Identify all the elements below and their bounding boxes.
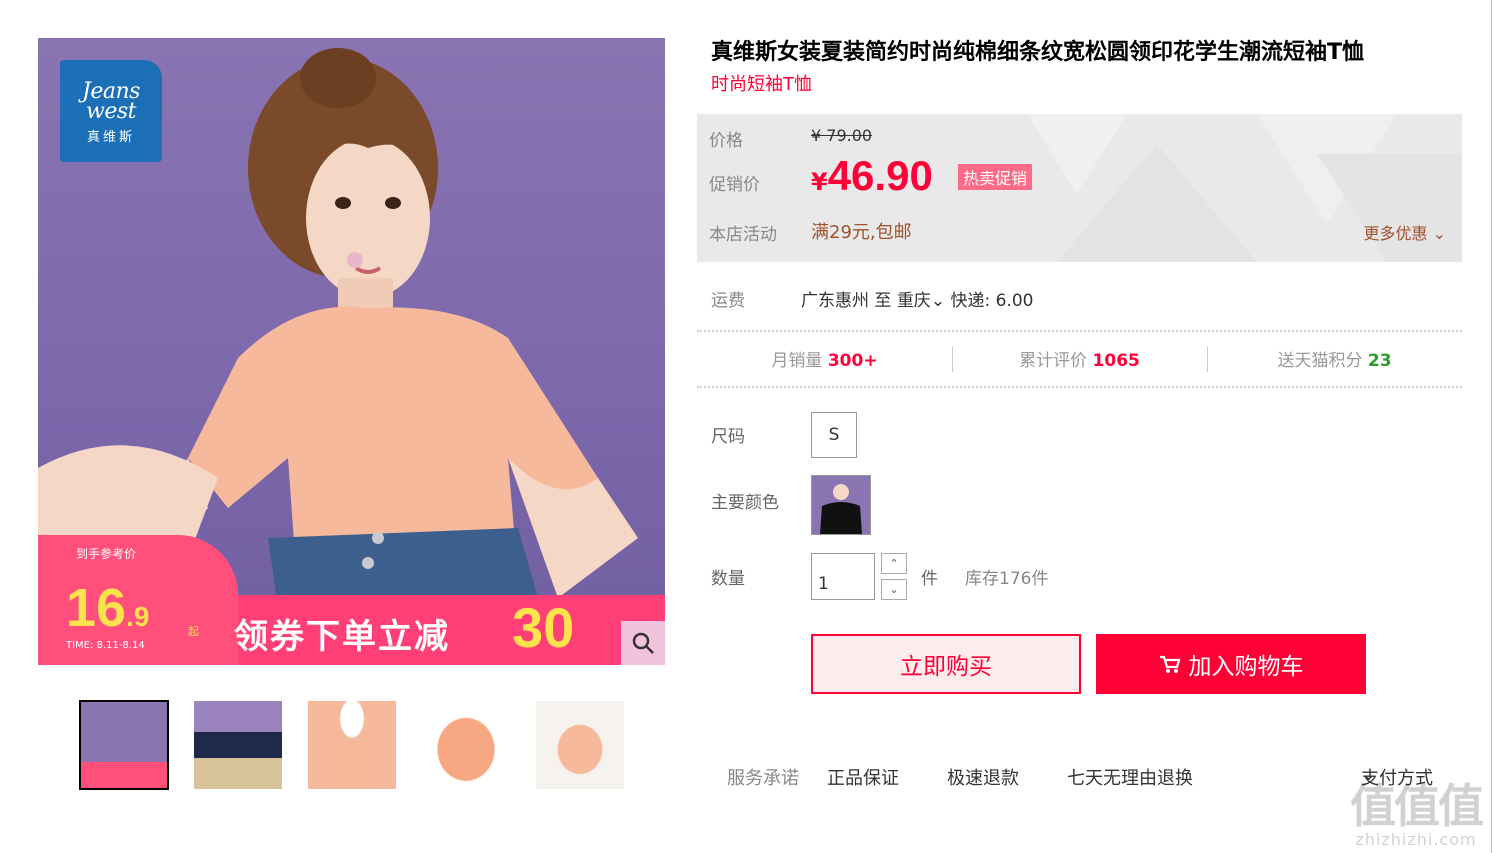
chevron-down-icon: ⌄ bbox=[889, 583, 899, 596]
magnifier-icon bbox=[632, 632, 654, 654]
add-to-cart-button[interactable]: 加入购物车 bbox=[1096, 634, 1366, 694]
store-activity: 满29元,包邮 bbox=[811, 222, 912, 243]
quantity-label: 数量 bbox=[711, 569, 745, 589]
monthly-sales-label: 月销量 bbox=[771, 351, 823, 371]
thumbnail-strip bbox=[79, 700, 625, 790]
promo-ref-label: 到手参考价 bbox=[76, 547, 137, 561]
service-label: 服务承诺 bbox=[727, 768, 799, 789]
monthly-sales-value: 300+ bbox=[827, 351, 878, 371]
zoom-button[interactable] bbox=[621, 621, 665, 665]
sales-stats: 月销量 300+ 累计评价 1065 送天猫积分 23 bbox=[697, 346, 1462, 376]
hot-sale-badge: 热卖促销 bbox=[958, 164, 1033, 190]
size-label: 尺码 bbox=[711, 427, 745, 447]
product-gallery: Jeans west 真维斯 到手参考价 16.9 起 TIME: 8.11-8… bbox=[38, 38, 665, 665]
thumb-model-peach[interactable] bbox=[79, 700, 169, 790]
sale-price-value: 46.90 bbox=[827, 152, 933, 199]
add-to-cart-label: 加入购物车 bbox=[1188, 654, 1304, 680]
promo-price-dec: .9 bbox=[126, 601, 150, 632]
jeanswest-logo: Jeans west 真维斯 bbox=[60, 60, 162, 162]
logo-line-2: west bbox=[86, 99, 136, 124]
currency-symbol: ¥ bbox=[811, 168, 828, 196]
monthly-sales: 月销量 300+ bbox=[697, 346, 952, 376]
chevron-down-icon: ⌄ bbox=[1432, 224, 1446, 243]
color-label: 主要颜色 bbox=[711, 493, 779, 513]
promo-time: TIME: 8.11-8.14 bbox=[66, 640, 145, 651]
more-deals-link[interactable]: 更多优惠 ⌄ bbox=[1363, 220, 1446, 244]
color-swatch-image bbox=[812, 476, 870, 534]
logo-line-3: 真维斯 bbox=[86, 130, 135, 145]
size-option-s[interactable]: S bbox=[811, 412, 857, 458]
thumb-collar-detail[interactable] bbox=[307, 700, 397, 790]
shipping-row: 运费 广东惠州 至 重庆⌄ 快递: 6.00 bbox=[697, 282, 1462, 332]
shipping-label: 运费 bbox=[711, 291, 745, 311]
promo-price: 16.9 bbox=[66, 577, 149, 639]
stock-count: 库存176件 bbox=[965, 569, 1049, 589]
site-watermark: 值值值 zhizhizhi.com bbox=[1350, 779, 1484, 849]
shipping-destination: 重庆 bbox=[896, 291, 931, 311]
promo-price-int: 16 bbox=[66, 578, 127, 638]
promo-amount: 30 bbox=[512, 596, 575, 659]
promo-price-label: 促销价 bbox=[709, 175, 760, 195]
more-deals-label: 更多优惠 bbox=[1363, 224, 1428, 243]
divider bbox=[697, 386, 1462, 388]
service-item-fast-refund[interactable]: 极速退款 bbox=[947, 764, 1019, 790]
thumb-model-navy[interactable] bbox=[193, 700, 283, 790]
quantity-unit: 件 bbox=[921, 569, 938, 589]
points-value: 23 bbox=[1367, 351, 1392, 371]
shipping-destination-select[interactable]: 重庆⌄ bbox=[897, 291, 945, 311]
promo-banner: 到手参考价 16.9 起 TIME: 8.11-8.14 领券下单立减 30 bbox=[38, 535, 665, 665]
points-label: 送天猫积分 bbox=[1277, 351, 1363, 371]
total-reviews[interactable]: 累计评价 1065 bbox=[952, 346, 1207, 376]
price-panel: 价格 ¥ 79.00 促销价 ¥46.90 热卖促销 本店活动 满29元,包邮 … bbox=[697, 114, 1462, 262]
chevron-down-icon: ⌄ bbox=[930, 291, 946, 311]
price-label: 价格 bbox=[709, 131, 743, 151]
shipping-info: 广东惠州 至 重庆⌄ 快递: 6.00 bbox=[801, 286, 1033, 311]
color-option-swatch[interactable] bbox=[811, 475, 871, 535]
quantity-input[interactable] bbox=[811, 553, 875, 600]
watermark-logo: 值值值 bbox=[1350, 779, 1484, 833]
express-fee: 快递: 6.00 bbox=[950, 291, 1034, 311]
product-title: 真维斯女装夏装简约时尚纯棉细条纹宽松圆领印花学生潮流短袖T恤 bbox=[711, 40, 1365, 65]
quantity-increase-button[interactable]: ⌃ bbox=[881, 553, 907, 574]
tmall-points: 送天猫积分 23 bbox=[1207, 346, 1462, 376]
promo-qi: 起 bbox=[188, 625, 199, 638]
cart-icon bbox=[1159, 655, 1180, 673]
service-item-authentic[interactable]: 正品保证 bbox=[827, 764, 899, 790]
thumb-flat-tee[interactable] bbox=[535, 700, 625, 790]
shipping-to: 至 bbox=[874, 291, 892, 311]
chevron-up-icon: ⌃ bbox=[889, 557, 899, 570]
watermark-url: zhizhizhi.com bbox=[1355, 830, 1477, 849]
divider bbox=[697, 330, 1462, 332]
reviews-label: 累计评价 bbox=[1019, 351, 1088, 371]
buy-now-button[interactable]: 立即购买 bbox=[811, 634, 1081, 694]
product-subtitle: 时尚短袖T恤 bbox=[711, 74, 812, 95]
activity-label: 本店活动 bbox=[709, 225, 777, 245]
quantity-decrease-button[interactable]: ⌄ bbox=[881, 579, 907, 600]
original-price: ¥ 79.00 bbox=[811, 126, 873, 145]
shipping-origin: 广东惠州 bbox=[801, 291, 869, 311]
sale-price: ¥46.90 bbox=[811, 152, 933, 200]
thumb-sleeve-detail[interactable] bbox=[421, 700, 511, 790]
main-product-image[interactable]: Jeans west 真维斯 到手参考价 16.9 起 TIME: 8.11-8… bbox=[38, 38, 665, 665]
reviews-value: 1065 bbox=[1092, 351, 1140, 371]
promo-text: 领券下单立减 bbox=[234, 617, 450, 657]
service-item-7day-return[interactable]: 七天无理由退换 bbox=[1067, 764, 1193, 790]
